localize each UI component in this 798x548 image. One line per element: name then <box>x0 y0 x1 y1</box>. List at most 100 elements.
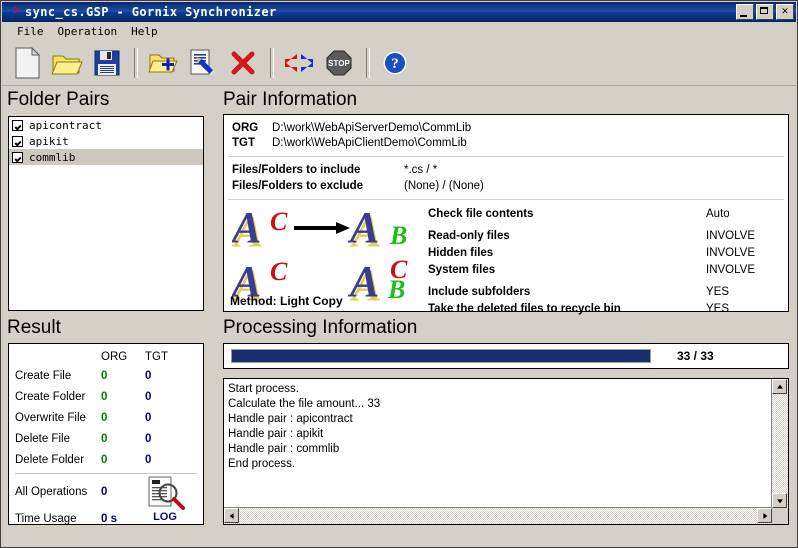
synchronize-button[interactable] <box>280 44 318 82</box>
edit-pair-button[interactable] <box>184 44 222 82</box>
new-document-icon <box>15 46 41 78</box>
save-button[interactable] <box>88 44 126 82</box>
pair-paths: ORG D:\work\WebApiServerDemo\CommLib TGT… <box>224 115 788 156</box>
tgt-path-row: TGT D:\work\WebApiClientDemo\CommLib <box>232 136 788 151</box>
svg-text:A: A <box>347 257 379 306</box>
org-path-value: D:\work\WebApiServerDemo\CommLib <box>272 122 472 134</box>
scrollbar-track[interactable] <box>772 379 788 508</box>
window-controls: ✕ <box>736 4 794 20</box>
tgt-path-value: D:\work\WebApiClientDemo\CommLib <box>272 137 467 149</box>
folder-pair-label: apicontract <box>29 118 102 132</box>
new-file-button[interactable] <box>8 44 46 82</box>
option-value: INVOLVE <box>706 247 755 259</box>
table-row: Overwrite File 0 0 <box>15 407 197 428</box>
add-pair-button[interactable] <box>144 44 182 82</box>
svg-text:B: B <box>387 275 405 304</box>
folder-pairs-list[interactable]: apicontract apikit commlib <box>8 116 204 311</box>
folder-pair-label: commlib <box>29 150 76 164</box>
toolbar-separator <box>270 47 274 78</box>
help-button[interactable]: ? <box>376 44 414 82</box>
pair-information-title: Pair Information <box>223 89 358 110</box>
include-row: Files/Folders to include *.cs / * <box>232 162 788 178</box>
maximize-button[interactable] <box>756 4 774 20</box>
row-org-value: 0 <box>101 369 108 382</box>
options-list: Check file contents Auto Read-only files… <box>428 206 784 318</box>
scroll-right-button[interactable] <box>757 508 772 523</box>
scroll-down-button[interactable] <box>772 493 787 508</box>
row-label: Overwrite File <box>15 411 86 424</box>
exclude-value: (None) / (None) <box>404 180 484 192</box>
svg-text:C: C <box>270 257 288 286</box>
progress-count: 33 / 33 <box>677 349 714 363</box>
stop-sign-icon: STOP <box>326 50 352 75</box>
pair-filters: Files/Folders to include *.cs / * Files/… <box>224 157 788 199</box>
menu-operation[interactable]: Operation <box>51 24 125 39</box>
result-summary: All Operations 0 Time Usage 0 s LOG <box>15 476 197 536</box>
row-tgt-value: 0 <box>145 369 152 382</box>
row-org-value: 0 <box>101 453 108 466</box>
option-value: INVOLVE <box>706 264 755 276</box>
row-label: Create File <box>15 369 72 382</box>
option-label: Hidden files <box>428 247 494 259</box>
process-log-panel[interactable]: Start process. Calculate the file amount… <box>223 378 789 525</box>
svg-text:B: B <box>389 221 407 250</box>
scroll-up-button[interactable] <box>772 379 787 394</box>
chevron-right-icon <box>762 512 767 519</box>
result-header-row: ORG TGT <box>15 348 197 365</box>
option-label: Read-only files <box>428 230 510 242</box>
option-label: Check file contents <box>428 208 534 220</box>
checkbox-checked-icon[interactable] <box>12 119 23 131</box>
menu-file[interactable]: File <box>10 24 51 39</box>
method-label: Method: Light Copy <box>230 294 343 308</box>
scrollbar-track[interactable] <box>224 508 772 524</box>
table-row: Delete Folder 0 0 <box>15 449 197 470</box>
time-usage-value: 0 s <box>101 512 117 525</box>
process-log-text: Start process. Calculate the file amount… <box>228 383 381 470</box>
row-org-value: 0 <box>101 390 108 403</box>
delete-pair-button[interactable] <box>224 44 262 82</box>
toolbar-separator <box>134 47 138 78</box>
exclude-label: Files/Folders to exclude <box>232 180 364 192</box>
folder-plus-icon <box>148 54 178 72</box>
option-label: Take the deleted files to recycle bin <box>428 303 621 315</box>
table-row: Create Folder 0 0 <box>15 386 197 407</box>
row-org-value: 0 <box>101 432 108 445</box>
minimize-button[interactable] <box>736 4 754 20</box>
folder-pair-label: apikit <box>29 134 69 148</box>
close-icon: ✕ <box>781 6 789 16</box>
title-bar: sync_cs.GSP - Gornix Synchronizer ✕ <box>2 2 796 22</box>
divider <box>15 473 197 474</box>
checkbox-checked-icon[interactable] <box>12 151 23 163</box>
option-value: YES <box>706 286 730 298</box>
all-operations-value: 0 <box>101 485 108 498</box>
list-item[interactable]: apicontract <box>9 117 203 133</box>
open-button[interactable] <box>48 44 86 82</box>
svg-text:A: A <box>232 204 261 252</box>
option-value: Auto <box>706 208 730 220</box>
svg-text:A: A <box>347 204 379 252</box>
row-label: Delete Folder <box>15 453 85 466</box>
option-row: Take the deleted files to recycle bin YE… <box>428 301 784 318</box>
chevron-up-icon <box>776 384 783 389</box>
left-right-arrows-icon <box>285 53 313 72</box>
sync-arrows-icon <box>5 5 21 19</box>
open-folder-icon <box>51 55 83 74</box>
vertical-scrollbar[interactable] <box>771 379 788 508</box>
scroll-left-button[interactable] <box>224 508 239 523</box>
option-label: System files <box>428 264 496 276</box>
row-tgt-value: 0 <box>145 411 152 424</box>
svg-text:C: C <box>270 207 288 236</box>
horizontal-scrollbar[interactable] <box>224 507 772 524</box>
log-button[interactable]: LOG <box>145 476 189 523</box>
all-operations-label: All Operations <box>15 485 88 498</box>
stop-button[interactable]: STOP <box>320 44 358 82</box>
list-item[interactable]: commlib <box>9 149 203 165</box>
close-button[interactable]: ✕ <box>776 4 794 20</box>
row-label: Delete File <box>15 432 70 445</box>
result-col-tgt: TGT <box>145 350 168 363</box>
menu-help[interactable]: Help <box>124 24 165 39</box>
list-item[interactable]: apikit <box>9 133 203 149</box>
row-tgt-value: 0 <box>145 453 152 466</box>
scrollbar-corner <box>772 508 788 524</box>
checkbox-checked-icon[interactable] <box>12 135 23 147</box>
